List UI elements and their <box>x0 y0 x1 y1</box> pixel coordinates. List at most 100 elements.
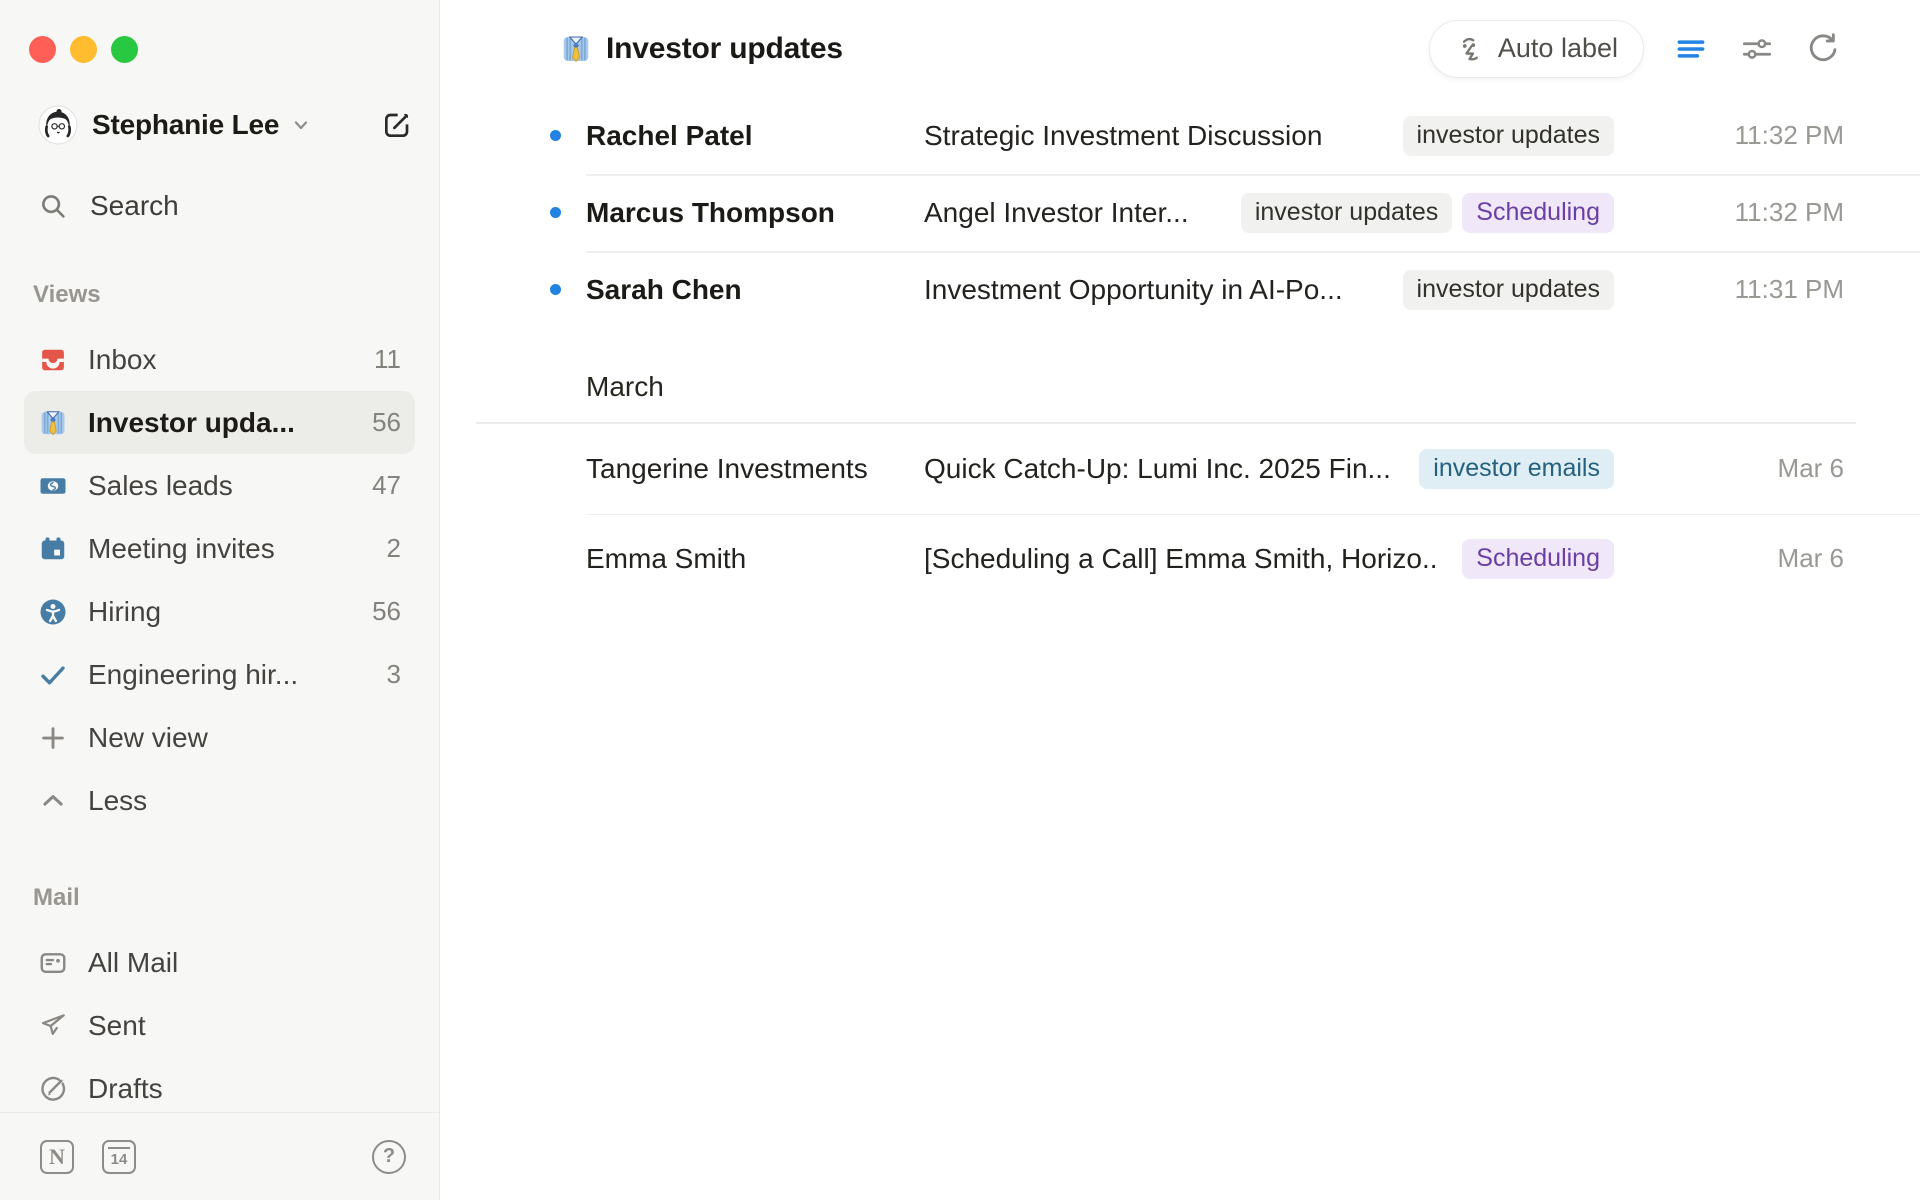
sidebar-item-label: All Mail <box>88 947 178 979</box>
mail-list: All Mail Sent Drafts <box>24 931 415 1120</box>
tag-investor-updates[interactable]: investor updates <box>1403 116 1614 156</box>
help-glyph: ? <box>383 1145 395 1168</box>
email-tags: investor updates <box>1379 116 1614 156</box>
view-title-group: Investor updates <box>560 32 843 66</box>
banknote-icon <box>38 471 68 501</box>
email-sender: Rachel Patel <box>586 120 924 152</box>
sidebar-item-count: 11 <box>374 344 401 375</box>
calendar-glyph: 14 <box>111 1151 128 1168</box>
notion-logo-icon[interactable]: N <box>40 1140 74 1174</box>
sidebar: Stephanie Lee Search Views <box>0 0 440 1200</box>
sidebar-item-count: 56 <box>372 596 401 627</box>
main-panel: Investor updates Auto label <box>440 0 1920 1200</box>
tag-investor-updates[interactable]: investor updates <box>1241 193 1452 233</box>
compose-button[interactable] <box>381 109 413 141</box>
sidebar-item-sent[interactable]: Sent <box>24 994 415 1057</box>
sidebar-item-engineering-hiring[interactable]: Engineering hir... 3 <box>24 643 415 706</box>
email-time: Mar 6 <box>1614 453 1844 484</box>
sidebar-item-investor-updates[interactable]: Investor upda... 56 <box>24 391 415 454</box>
zoom-window-button[interactable] <box>111 36 138 63</box>
email-sender: Sarah Chen <box>586 274 924 306</box>
email-row-rachel-patel[interactable]: Rachel Patel Strategic Investment Discus… <box>440 97 1920 174</box>
auto-label-icon <box>1455 34 1485 64</box>
email-tags: investor emails <box>1395 449 1614 489</box>
tag-investor-emails[interactable]: investor emails <box>1419 449 1614 489</box>
notion-logo-glyph: N <box>49 1144 65 1170</box>
plus-icon <box>38 723 68 753</box>
email-row-emma-smith[interactable]: Emma Smith [Scheduling a Call] Emma Smit… <box>440 514 1920 604</box>
sidebar-item-label: Hiring <box>88 596 161 628</box>
email-row-sarah-chen[interactable]: Sarah Chen Investment Opportunity in AI-… <box>440 251 1920 328</box>
email-subject: Strategic Investment Discussion <box>924 120 1322 152</box>
refresh-icon[interactable] <box>1804 30 1842 68</box>
avatar <box>38 105 78 145</box>
email-sender: Tangerine Investments <box>586 453 924 485</box>
sidebar-item-label: Engineering hir... <box>88 659 298 691</box>
minimize-window-button[interactable] <box>70 36 97 63</box>
necktie-icon <box>38 408 68 438</box>
tag-scheduling[interactable]: Scheduling <box>1462 539 1614 579</box>
necktie-icon <box>560 33 592 65</box>
less-button[interactable]: Less <box>24 769 415 832</box>
mail-section-label: Mail <box>33 884 415 912</box>
pencil-circle-icon <box>38 1074 68 1104</box>
sidebar-item-label: Sent <box>88 1010 146 1042</box>
unread-dot <box>550 284 561 295</box>
sidebar-item-drafts[interactable]: Drafts <box>24 1057 415 1120</box>
page-title: Investor updates <box>606 32 843 66</box>
email-tags: Scheduling <box>1438 539 1614 579</box>
sliders-icon[interactable] <box>1738 30 1776 68</box>
unread-indicator <box>440 130 586 141</box>
email-sender: Emma Smith <box>586 543 924 575</box>
calendar-icon <box>38 534 68 564</box>
email-row-tangerine-investments[interactable]: Tangerine Investments Quick Catch-Up: Lu… <box>440 424 1920 514</box>
chevron-up-icon <box>38 786 68 816</box>
tag-scheduling[interactable]: Scheduling <box>1462 193 1614 233</box>
inbox-tray-icon <box>38 345 68 375</box>
sidebar-item-label: Investor upda... <box>88 407 295 439</box>
new-view-button[interactable]: New view <box>24 706 415 769</box>
email-tags: investor updates <box>1379 270 1614 310</box>
sidebar-item-inbox[interactable]: Inbox 11 <box>24 328 415 391</box>
search-button[interactable]: Search <box>24 184 415 228</box>
email-subject: [Scheduling a Call] Emma Smith, Horizo..… <box>924 543 1438 575</box>
email-list: Rachel Patel Strategic Investment Discus… <box>440 97 1920 1200</box>
app-window: Stephanie Lee Search Views <box>0 0 1920 1200</box>
unread-indicator <box>440 284 586 295</box>
notion-calendar-icon[interactable]: 14 <box>102 1140 136 1174</box>
sidebar-footer: N 14 ? <box>0 1112 439 1200</box>
views-section-label: Views <box>33 281 415 309</box>
unread-dot <box>550 130 561 141</box>
email-row-marcus-thompson[interactable]: Marcus Thompson Angel Investor Inter... … <box>440 174 1920 251</box>
sidebar-item-hiring[interactable]: Hiring 56 <box>24 580 415 643</box>
sidebar-item-label: Meeting invites <box>88 533 275 565</box>
sidebar-item-all-mail[interactable]: All Mail <box>24 931 415 994</box>
window-controls <box>24 0 415 63</box>
filter-icon[interactable] <box>1672 30 1710 68</box>
email-time: 11:32 PM <box>1614 197 1844 228</box>
user-name: Stephanie Lee <box>92 109 279 141</box>
auto-label-button[interactable]: Auto label <box>1429 20 1644 78</box>
checkmark-icon <box>38 660 68 690</box>
help-button[interactable]: ? <box>372 1140 406 1174</box>
sidebar-item-sales-leads[interactable]: Sales leads 47 <box>24 454 415 517</box>
unread-indicator <box>440 207 586 218</box>
email-subject: Quick Catch-Up: Lumi Inc. 2025 Fin... <box>924 453 1391 485</box>
tag-investor-updates[interactable]: investor updates <box>1403 270 1614 310</box>
account-switcher[interactable]: Stephanie Lee <box>24 100 415 150</box>
close-window-button[interactable] <box>29 36 56 63</box>
date-group-header: March <box>440 352 1920 422</box>
email-tags: investor updates Scheduling <box>1217 193 1614 233</box>
sidebar-item-meeting-invites[interactable]: Meeting invites 2 <box>24 517 415 580</box>
sidebar-item-count: 47 <box>372 470 401 501</box>
chevron-down-icon <box>289 113 313 137</box>
sidebar-item-count: 2 <box>387 533 401 564</box>
mail-icon <box>38 948 68 978</box>
email-subject: Investment Opportunity in AI-Po... <box>924 274 1343 306</box>
sidebar-item-label: Drafts <box>88 1073 163 1105</box>
unread-dot <box>550 207 561 218</box>
email-sender: Marcus Thompson <box>586 197 924 229</box>
less-label: Less <box>88 785 147 817</box>
sidebar-item-count: 56 <box>372 407 401 438</box>
header-controls: Auto label <box>1429 20 1842 78</box>
